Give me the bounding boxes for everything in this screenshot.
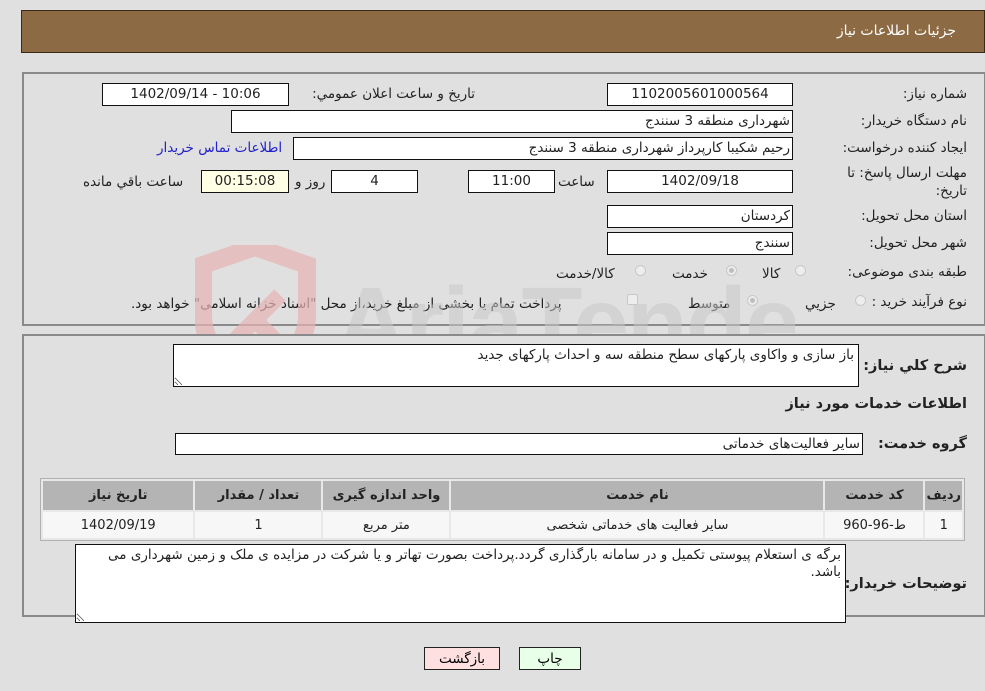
col-service-name: نام خدمت xyxy=(451,481,824,510)
services-heading: اطلاعات خدمات مورد نیاز xyxy=(785,396,967,412)
table-header-row: ردیف کد خدمت نام خدمت واحد اندازه گیری ت… xyxy=(43,481,962,510)
back-button[interactable]: بازگشت xyxy=(424,647,500,670)
creator-field[interactable]: رحیم شکیبا کارپرداز شهرداری منطقه 3 سنند… xyxy=(293,137,793,160)
city-label: شهر محل تحویل: xyxy=(869,235,967,251)
days-label: روز و xyxy=(295,174,326,190)
deadline-label-2: تاریخ: xyxy=(935,183,967,199)
announce-label: تاریخ و ساعت اعلان عمومي: xyxy=(312,86,475,102)
category-label: طبقه بندی موضوعی: xyxy=(847,264,967,280)
treasury-checkbox[interactable] xyxy=(627,294,638,305)
province-label: استان محل تحویل: xyxy=(861,208,967,224)
cell-row-number: 1 xyxy=(925,512,962,538)
category-service-label: خدمت xyxy=(672,266,708,282)
buyer-notes-label: توضیحات خریدار: xyxy=(844,576,967,592)
category-radio-service[interactable] xyxy=(726,265,737,276)
service-group-label: گروه خدمت: xyxy=(877,436,967,452)
process-minor-label: جزيي xyxy=(805,296,836,312)
category-goods-label: کالا xyxy=(762,266,781,282)
deadline-date-field[interactable]: 1402/09/18 xyxy=(607,170,793,193)
days-remaining-field[interactable]: 4 xyxy=(331,170,418,193)
page-title: جزئیات اطلاعات نیاز xyxy=(836,23,956,39)
category-radio-goods-service[interactable] xyxy=(635,265,646,276)
cell-unit: متر مربع xyxy=(323,512,450,538)
col-quantity: تعداد / مقدار xyxy=(195,481,322,510)
col-unit: واحد اندازه گیری xyxy=(323,481,450,510)
city-field[interactable]: سنندج xyxy=(607,232,793,255)
col-need-date: تاریخ نیاز xyxy=(43,481,194,510)
buyer-org-label: نام دستگاه خریدار: xyxy=(860,113,967,129)
table-row: 1 ط-96-960 سایر فعالیت های خدماتی شخصی م… xyxy=(43,512,962,538)
col-row-number: ردیف xyxy=(925,481,962,510)
cell-service-code: ط-96-960 xyxy=(825,512,924,538)
buyer-contact-link[interactable]: اطلاعات تماس خریدار xyxy=(157,140,282,156)
buyer-notes-textarea[interactable]: برگه ی استعلام پیوستی تکمیل و در سامانه … xyxy=(75,544,846,623)
process-radio-medium[interactable] xyxy=(747,295,758,306)
print-button[interactable]: چاپ xyxy=(519,647,581,670)
buyer-org-field[interactable]: شهرداری منطقه 3 سنندج xyxy=(231,110,793,133)
service-group-field[interactable]: سایر فعالیت‌های خدماتی xyxy=(175,433,863,455)
cell-need-date: 1402/09/19 xyxy=(43,512,194,538)
deadline-label: مهلت ارسال پاسخ: تا xyxy=(847,165,967,181)
process-radio-minor[interactable] xyxy=(855,295,866,306)
treasury-note: پرداخت تمام یا بخشی از مبلغ خرید،از محل … xyxy=(131,296,562,312)
time-remaining-label: ساعت باقي مانده xyxy=(83,174,184,190)
need-number-field[interactable]: 1102005601000564 xyxy=(607,83,793,106)
province-field[interactable]: کردستان xyxy=(607,205,793,228)
description-label: شرح کلي نیاز: xyxy=(863,358,967,374)
services-table: ردیف کد خدمت نام خدمت واحد اندازه گیری ت… xyxy=(40,478,965,541)
time-remaining-field[interactable]: 00:15:08 xyxy=(201,170,289,193)
description-textarea[interactable]: باز سازی و واکاوی پارکهای سطح منطقه سه و… xyxy=(173,344,859,387)
process-label: نوع فرآیند خرید : xyxy=(871,294,967,310)
announce-datetime-field[interactable]: 1402/09/14 - 10:06 xyxy=(102,83,289,106)
col-service-code: کد خدمت xyxy=(825,481,924,510)
category-goods-service-label: کالا/خدمت xyxy=(556,266,615,282)
time-label: ساعت xyxy=(558,174,595,190)
creator-label: ایجاد کننده درخواست: xyxy=(842,140,967,156)
cell-service-name: سایر فعالیت های خدماتی شخصی xyxy=(451,512,824,538)
need-number-label: شماره نیاز: xyxy=(902,86,967,102)
category-radio-goods[interactable] xyxy=(795,265,806,276)
cell-quantity: 1 xyxy=(195,512,322,538)
deadline-time-field[interactable]: 11:00 xyxy=(468,170,555,193)
page-header: جزئیات اطلاعات نیاز xyxy=(21,10,985,53)
process-medium-label: متوسط xyxy=(688,296,731,312)
